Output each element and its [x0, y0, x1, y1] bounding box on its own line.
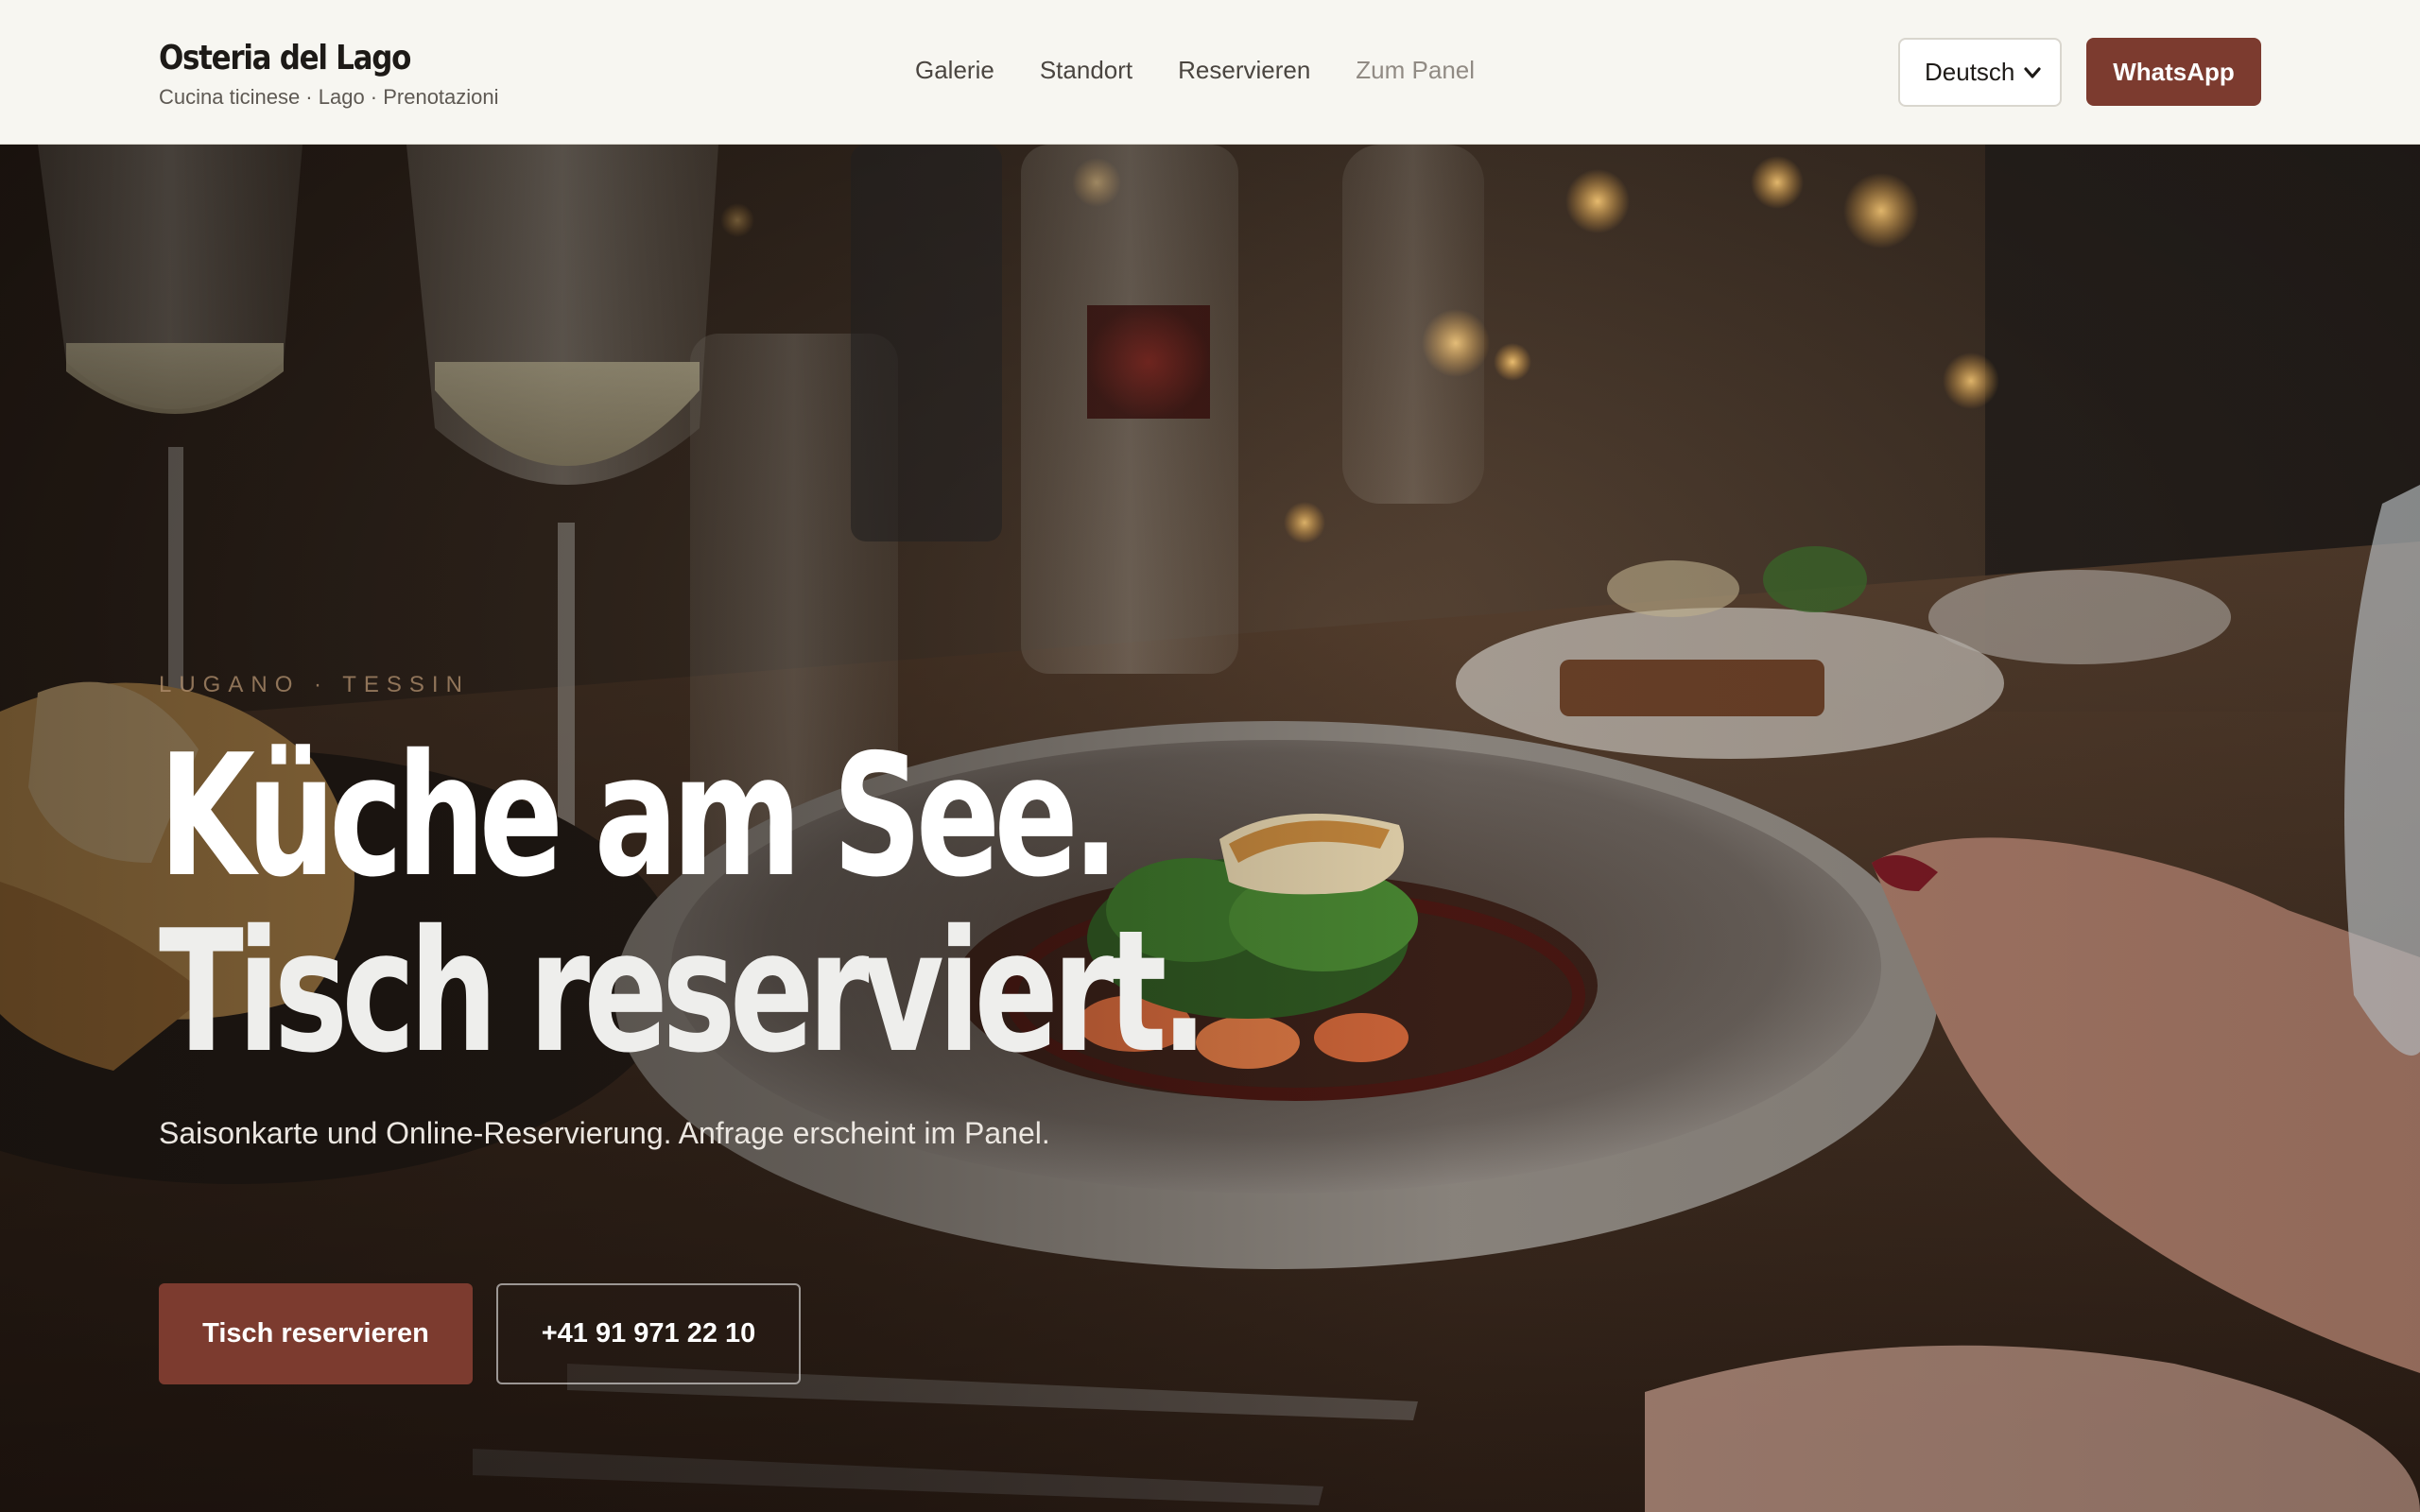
hero-section: LUGANO · TESSIN Küche am See. Tisch rese… [0, 145, 2420, 1512]
hero-headline-line1: Küche am See. [159, 718, 1119, 914]
nav-link-reservieren[interactable]: Reservieren [1178, 49, 1310, 91]
phone-button[interactable]: +41 91 971 22 10 [496, 1283, 801, 1384]
hero-headline: Küche am See. Tisch reserviert. [159, 718, 1208, 1090]
nav-link-standort[interactable]: Standort [1040, 49, 1132, 91]
language-select[interactable]: Deutsch [1898, 38, 2062, 107]
nav-link-galerie[interactable]: Galerie [915, 49, 994, 91]
hero-subtext: Saisonkarte und Online-Reservierung. Anf… [159, 1116, 1050, 1150]
chevron-down-icon [2024, 67, 2041, 78]
hero-eyebrow: LUGANO · TESSIN [159, 672, 470, 697]
reserve-table-button[interactable]: Tisch reservieren [159, 1283, 473, 1384]
nav-link-zum-panel[interactable]: Zum Panel [1356, 49, 1475, 91]
hero-headline-line2: Tisch reserviert. [159, 894, 1208, 1090]
brand-tagline: Cucina ticinese · Lago · Prenotazioni [159, 85, 499, 109]
whatsapp-button[interactable]: WhatsApp [2086, 38, 2261, 106]
brand-name[interactable]: Osteria del Lago [159, 36, 451, 81]
brand[interactable]: Osteria del Lago Cucina ticinese · Lago … [159, 36, 499, 112]
language-select-value: Deutsch [1925, 58, 2015, 86]
main-nav: Galerie Standort Reservieren Zum Panel [915, 49, 1520, 91]
site-header: Osteria del Lago Cucina ticinese · Lago … [0, 0, 2420, 145]
